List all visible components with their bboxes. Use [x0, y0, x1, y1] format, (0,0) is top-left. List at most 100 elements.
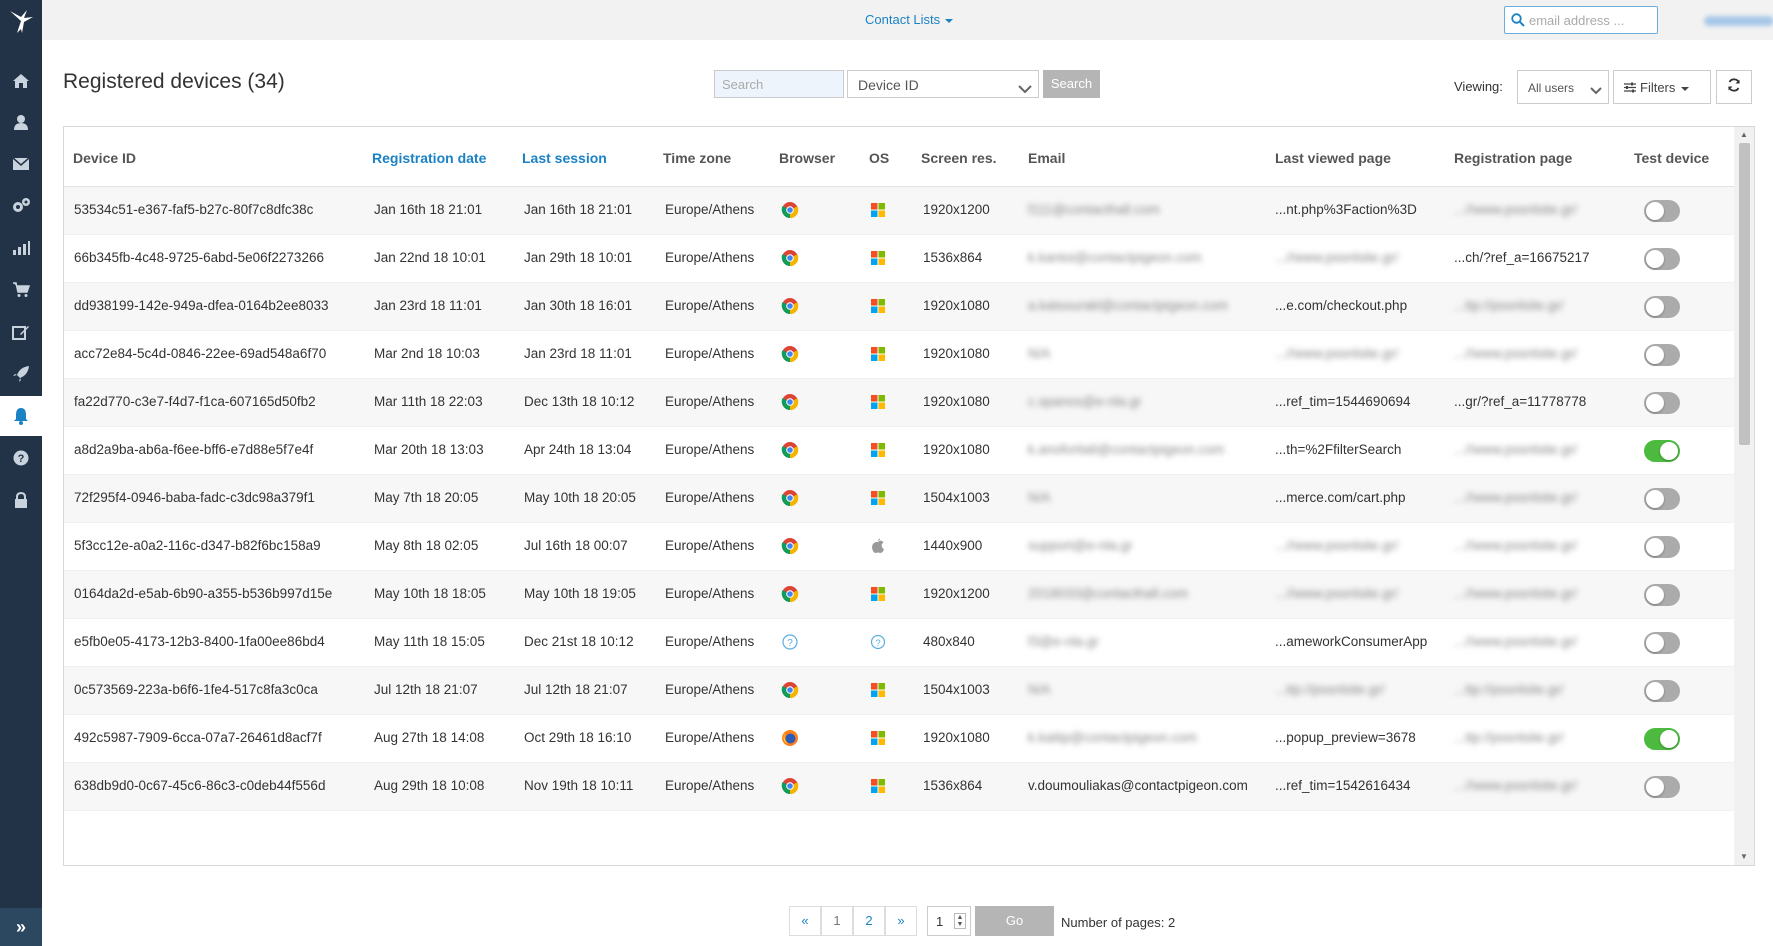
filters-button[interactable]: Filters — [1613, 70, 1711, 104]
chrome-browser-icon — [781, 393, 799, 411]
table-row[interactable]: dd938199-142e-949a-dfea-0164b2ee8033 Jan … — [64, 283, 1734, 331]
column-header-sortable[interactable]: Registration date — [372, 150, 486, 166]
device-id-cell: a8d2a9ba-ab6a-f6ee-bff6-e7d88e5f7e4f — [74, 442, 314, 457]
time-zone-cell: Europe/Athens — [665, 586, 755, 601]
time-zone-cell: Europe/Athens — [665, 250, 755, 265]
test-device-toggle[interactable] — [1644, 680, 1680, 702]
filters-label: Filters — [1640, 80, 1676, 95]
pagination-page[interactable]: 2 — [853, 906, 885, 936]
column-header-sortable[interactable]: Last session — [522, 150, 607, 166]
refresh-button[interactable] — [1716, 70, 1752, 104]
test-device-toggle[interactable] — [1644, 440, 1680, 462]
edit-icon[interactable] — [0, 312, 42, 352]
time-zone-cell: Europe/Athens — [665, 394, 755, 409]
scrollbar-thumb[interactable] — [1739, 143, 1750, 445]
test-device-toggle[interactable] — [1644, 248, 1680, 270]
test-device-toggle[interactable] — [1644, 584, 1680, 606]
windows-os-icon — [870, 730, 886, 746]
test-device-toggle[interactable] — [1644, 488, 1680, 510]
user-icon[interactable] — [0, 102, 42, 142]
cart-icon[interactable] — [0, 270, 42, 310]
table-row[interactable]: 0c573569-223a-b6f6-1fe4-517c8fa3c0ca Jul … — [64, 667, 1734, 715]
table-row[interactable]: 53534c51-e367-faf5-b27c-80f7c8dfc38c Jan … — [64, 187, 1734, 235]
pagination-page[interactable]: 1 — [821, 906, 853, 936]
bell-icon[interactable] — [0, 396, 42, 436]
pigeon-logo-icon[interactable] — [0, 0, 42, 42]
expand-sidebar-icon[interactable]: » — [0, 908, 42, 946]
email-search-input[interactable] — [1529, 11, 1653, 29]
table-row[interactable]: e5fb0e05-4173-12b3-8400-1fa00ee86bd4 May … — [64, 619, 1734, 667]
table-row[interactable]: 638db9d0-0c67-45c6-86c3-c0deb44f556d Aug … — [64, 763, 1734, 811]
help-icon[interactable]: ? — [0, 438, 42, 478]
stepper-icon[interactable]: ▲ ▼ — [954, 913, 966, 929]
lock-icon[interactable] — [0, 480, 42, 520]
search-input[interactable] — [714, 70, 844, 98]
table-row[interactable]: 5f3cc12e-a0a2-116c-d347-b82f6bc158a9 May … — [64, 523, 1734, 571]
column-header[interactable]: Browser — [779, 150, 835, 166]
device-id-cell: 0164da2d-e5ab-6b90-a355-b536b997d15e — [74, 586, 333, 601]
test-device-toggle[interactable] — [1644, 728, 1680, 750]
viewing-label: Viewing: — [1454, 79, 1503, 94]
contact-lists-menu[interactable]: Contact Lists — [865, 12, 954, 27]
pagination-prev[interactable]: « — [789, 906, 821, 936]
analytics-icon[interactable] — [0, 228, 42, 268]
email-cell: N/A — [1028, 682, 1051, 697]
email-cell: support@e-nla.gr — [1028, 538, 1133, 553]
column-header[interactable]: Device ID — [73, 150, 136, 166]
sidebar: ? » — [0, 0, 42, 946]
contact-lists-label: Contact Lists — [865, 12, 941, 27]
screen-res-cell: 1920x1080 — [923, 394, 990, 409]
column-header[interactable]: Registration page — [1454, 150, 1572, 166]
mail-icon[interactable] — [0, 144, 42, 184]
test-device-toggle[interactable] — [1644, 776, 1680, 798]
table-row[interactable]: 66b345fb-4c48-9725-6abd-5e06f2273266 Jan … — [64, 235, 1734, 283]
windows-os-icon — [870, 202, 886, 218]
scroll-up-icon[interactable]: ▲ — [1739, 130, 1749, 140]
device-id-cell: acc72e84-5c4d-0846-22ee-69ad548a6f70 — [74, 346, 327, 361]
column-header[interactable]: OS — [869, 150, 889, 166]
table-scrollbar[interactable]: ▲ ▼ — [1734, 127, 1754, 865]
pagination-next[interactable]: » — [885, 906, 917, 936]
test-device-toggle[interactable] — [1644, 536, 1680, 558]
email-search[interactable] — [1504, 6, 1658, 34]
last-session-cell: Jul 16th 18 00:07 — [524, 538, 628, 553]
search-field-select[interactable]: Device ID — [847, 70, 1039, 98]
page-number-input[interactable]: 1 ▲ ▼ — [927, 906, 971, 936]
chrome-browser-icon — [781, 585, 799, 603]
search-button[interactable]: Search — [1043, 70, 1100, 98]
column-header[interactable]: Screen res. — [921, 150, 997, 166]
device-id-cell: 638db9d0-0c67-45c6-86c3-c0deb44f556d — [74, 778, 326, 793]
go-button[interactable]: Go — [975, 906, 1054, 936]
table-row[interactable]: a8d2a9ba-ab6a-f6ee-bff6-e7d88e5f7e4f Mar … — [64, 427, 1734, 475]
gears-icon[interactable] — [0, 186, 42, 226]
user-menu[interactable] — [1704, 13, 1773, 27]
table-row[interactable]: 0164da2d-e5ab-6b90-a355-b536b997d15e May … — [64, 571, 1734, 619]
devices-table: Device ID Registration date Last session… — [63, 126, 1755, 866]
windows-os-icon — [870, 586, 886, 602]
test-device-toggle[interactable] — [1644, 344, 1680, 366]
table-row[interactable]: 72f295f4-0946-baba-fadc-c3dc98a379f1 May … — [64, 475, 1734, 523]
table-header: Device ID Registration date Last session… — [64, 127, 1734, 187]
rocket-icon[interactable] — [0, 354, 42, 394]
table-row[interactable]: acc72e84-5c4d-0846-22ee-69ad548a6f70 Mar … — [64, 331, 1734, 379]
column-header[interactable]: Time zone — [663, 150, 731, 166]
table-row[interactable]: 492c5987-7909-6cca-07a7-26461d8acf7f Aug … — [64, 715, 1734, 763]
toggle-knob — [1646, 202, 1664, 220]
time-zone-cell: Europe/Athens — [665, 634, 755, 649]
column-header[interactable]: Last viewed page — [1275, 150, 1391, 166]
email-cell: 2018033@contacthall.com — [1028, 586, 1189, 601]
test-device-toggle[interactable] — [1644, 200, 1680, 222]
column-header[interactable]: Test device — [1634, 150, 1709, 166]
table-row[interactable]: fa22d770-c3e7-f4d7-f1ca-607165d50fb2 Mar … — [64, 379, 1734, 427]
column-header[interactable]: Email — [1028, 150, 1065, 166]
last-session-cell: Apr 24th 18 13:04 — [524, 442, 632, 457]
test-device-toggle[interactable] — [1644, 392, 1680, 414]
scroll-down-icon[interactable]: ▼ — [1739, 852, 1749, 862]
test-device-toggle[interactable] — [1644, 296, 1680, 318]
home-icon[interactable] — [0, 61, 42, 101]
test-device-toggle[interactable] — [1644, 632, 1680, 654]
registration-page-cell: ...//www.pssnlsite.gr/ — [1454, 346, 1578, 361]
viewing-select[interactable]: All users — [1517, 70, 1609, 104]
email-cell: f3@e-nla.gr — [1028, 634, 1099, 649]
email-cell: N/A — [1028, 346, 1051, 361]
